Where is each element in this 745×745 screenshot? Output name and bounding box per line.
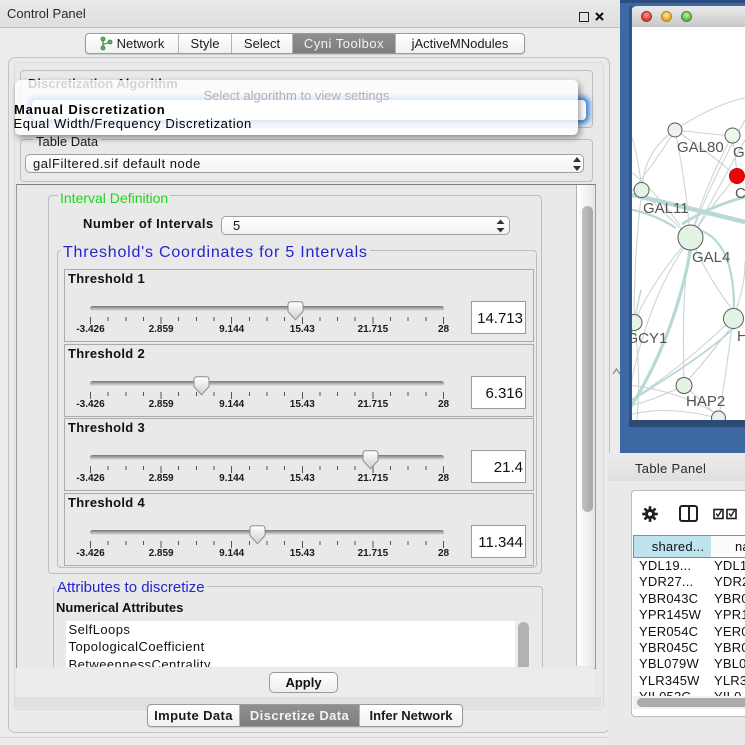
svg-text:H: H <box>737 328 745 345</box>
svg-text:GCY1: GCY1 <box>632 330 667 347</box>
svg-text:GAL80: GAL80 <box>677 139 724 156</box>
svg-text:HAP2: HAP2 <box>686 393 725 410</box>
svg-text:C: C <box>735 185 745 202</box>
svg-text:GAL4: GAL4 <box>692 249 730 266</box>
svg-text:GAL11: GAL11 <box>643 200 689 217</box>
svg-text:GA: GA <box>733 144 745 161</box>
